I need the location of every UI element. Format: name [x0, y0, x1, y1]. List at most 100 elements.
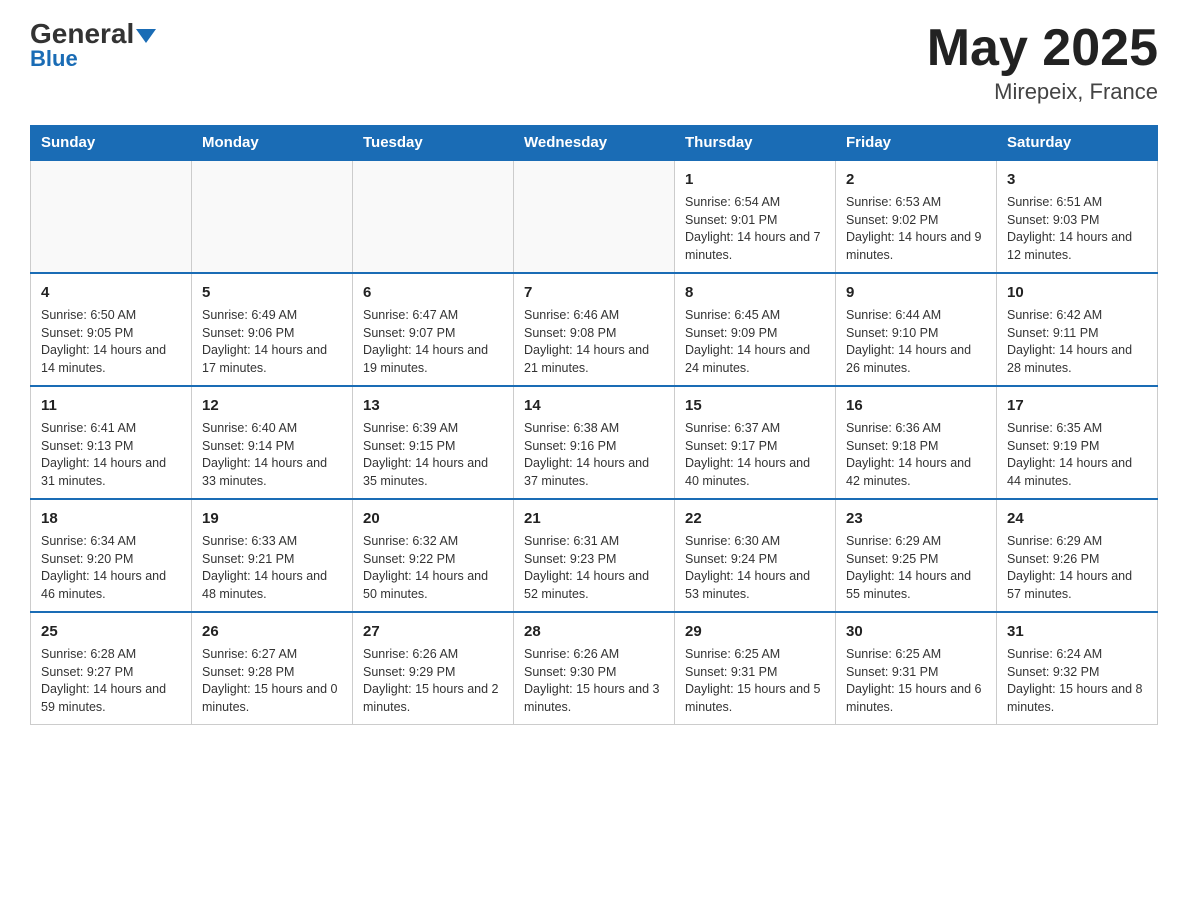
day-number: 15	[685, 395, 825, 416]
day-number: 1	[685, 169, 825, 190]
day-info: Sunrise: 6:51 AM Sunset: 9:03 PM Dayligh…	[1007, 194, 1147, 264]
calendar-cell: 28Sunrise: 6:26 AM Sunset: 9:30 PM Dayli…	[514, 612, 675, 725]
day-number: 22	[685, 508, 825, 529]
calendar-cell: 1 Sunrise: 6:54 AM Sunset: 9:01 PM Daylig…	[675, 160, 836, 273]
calendar-cell: 18Sunrise: 6:34 AM Sunset: 9:20 PM Dayli…	[31, 499, 192, 612]
logo: General Blue	[30, 20, 156, 72]
day-info: Sunrise: 6:24 AM Sunset: 9:32 PM Dayligh…	[1007, 646, 1147, 716]
calendar-cell: 22 Sunrise: 6:30 AM Sunset: 9:24 PM Dayli…	[675, 499, 836, 612]
day-info: Sunrise: 6:29 AM Sunset: 9:25 PM Dayligh…	[846, 533, 986, 603]
calendar-cell: 19Sunrise: 6:33 AM Sunset: 9:21 PM Dayli…	[192, 499, 353, 612]
calendar-cell: 31 Sunrise: 6:24 AM Sunset: 9:32 PM Dayli…	[997, 612, 1158, 725]
day-number: 9	[846, 282, 986, 303]
calendar-cell	[353, 160, 514, 273]
day-info: Sunrise: 6:31 AM Sunset: 9:23 PM Dayligh…	[524, 533, 664, 603]
calendar-cell: 26 Sunrise: 6:27 AM Sunset: 9:28 PM Dayli…	[192, 612, 353, 725]
week-row: 11 Sunrise: 6:41 AM Sunset: 9:13 PM Dayli…	[31, 386, 1158, 499]
day-info: Sunrise: 6:41 AM Sunset: 9:13 PM Dayligh…	[41, 420, 181, 490]
day-info: Sunrise: 6:35 AM Sunset: 9:19 PM Dayligh…	[1007, 420, 1147, 490]
day-number: 6	[363, 282, 503, 303]
day-info: Sunrise: 6:49 AM Sunset: 9:06 PM Dayligh…	[202, 307, 342, 377]
calendar-cell	[192, 160, 353, 273]
calendar-cell: 4Sunrise: 6:50 AM Sunset: 9:05 PM Daylig…	[31, 273, 192, 386]
day-info: Sunrise: 6:25 AM Sunset: 9:31 PM Dayligh…	[685, 646, 825, 716]
day-number: 17	[1007, 395, 1147, 416]
day-number: 13	[363, 395, 503, 416]
day-info: Sunrise: 6:26 AM Sunset: 9:30 PM Dayligh…	[524, 646, 664, 716]
day-info: Sunrise: 6:25 AM Sunset: 9:31 PM Dayligh…	[846, 646, 986, 716]
day-number: 12	[202, 395, 342, 416]
day-number: 21	[524, 508, 664, 529]
calendar-cell: 29Sunrise: 6:25 AM Sunset: 9:31 PM Dayli…	[675, 612, 836, 725]
day-info: Sunrise: 6:39 AM Sunset: 9:15 PM Dayligh…	[363, 420, 503, 490]
day-number: 8	[685, 282, 825, 303]
day-number: 24	[1007, 508, 1147, 529]
title-area: May 2025 Mirepeix, France	[927, 20, 1158, 105]
week-row: 25 Sunrise: 6:28 AM Sunset: 9:27 PM Dayli…	[31, 612, 1158, 725]
day-info: Sunrise: 6:38 AM Sunset: 9:16 PM Dayligh…	[524, 420, 664, 490]
day-number: 2	[846, 169, 986, 190]
day-info: Sunrise: 6:44 AM Sunset: 9:10 PM Dayligh…	[846, 307, 986, 377]
calendar-cell: 12 Sunrise: 6:40 AM Sunset: 9:14 PM Dayli…	[192, 386, 353, 499]
day-number: 31	[1007, 621, 1147, 642]
calendar-cell: 30 Sunrise: 6:25 AM Sunset: 9:31 PM Dayli…	[836, 612, 997, 725]
day-number: 5	[202, 282, 342, 303]
logo-triangle-icon	[136, 29, 156, 43]
day-number: 16	[846, 395, 986, 416]
day-number: 18	[41, 508, 181, 529]
calendar-cell: 13 Sunrise: 6:39 AM Sunset: 9:15 PM Dayli…	[353, 386, 514, 499]
calendar-cell: 23 Sunrise: 6:29 AM Sunset: 9:25 PM Dayli…	[836, 499, 997, 612]
calendar-cell: 9 Sunrise: 6:44 AM Sunset: 9:10 PM Daylig…	[836, 273, 997, 386]
day-number: 27	[363, 621, 503, 642]
calendar-cell: 14Sunrise: 6:38 AM Sunset: 9:16 PM Dayli…	[514, 386, 675, 499]
day-info: Sunrise: 6:50 AM Sunset: 9:05 PM Dayligh…	[41, 307, 181, 377]
logo-sub: Blue	[30, 46, 78, 72]
calendar-cell	[514, 160, 675, 273]
day-info: Sunrise: 6:28 AM Sunset: 9:27 PM Dayligh…	[41, 646, 181, 716]
day-number: 26	[202, 621, 342, 642]
day-info: Sunrise: 6:54 AM Sunset: 9:01 PM Dayligh…	[685, 194, 825, 264]
calendar-cell	[31, 160, 192, 273]
calendar-table: SundayMondayTuesdayWednesdayThursdayFrid…	[30, 125, 1158, 725]
month-year-title: May 2025	[927, 20, 1158, 77]
calendar-day-header: Monday	[192, 126, 353, 161]
day-number: 3	[1007, 169, 1147, 190]
day-number: 30	[846, 621, 986, 642]
week-row: 4Sunrise: 6:50 AM Sunset: 9:05 PM Daylig…	[31, 273, 1158, 386]
day-number: 11	[41, 395, 181, 416]
calendar-cell: 16Sunrise: 6:36 AM Sunset: 9:18 PM Dayli…	[836, 386, 997, 499]
day-info: Sunrise: 6:40 AM Sunset: 9:14 PM Dayligh…	[202, 420, 342, 490]
day-info: Sunrise: 6:27 AM Sunset: 9:28 PM Dayligh…	[202, 646, 342, 716]
calendar-day-header: Wednesday	[514, 126, 675, 161]
day-info: Sunrise: 6:46 AM Sunset: 9:08 PM Dayligh…	[524, 307, 664, 377]
day-info: Sunrise: 6:53 AM Sunset: 9:02 PM Dayligh…	[846, 194, 986, 264]
calendar-cell: 15Sunrise: 6:37 AM Sunset: 9:17 PM Dayli…	[675, 386, 836, 499]
calendar-cell: 10 Sunrise: 6:42 AM Sunset: 9:11 PM Dayli…	[997, 273, 1158, 386]
day-number: 10	[1007, 282, 1147, 303]
day-info: Sunrise: 6:47 AM Sunset: 9:07 PM Dayligh…	[363, 307, 503, 377]
calendar-day-header: Thursday	[675, 126, 836, 161]
day-number: 23	[846, 508, 986, 529]
calendar-cell: 7Sunrise: 6:46 AM Sunset: 9:08 PM Daylig…	[514, 273, 675, 386]
calendar-cell: 8 Sunrise: 6:45 AM Sunset: 9:09 PM Daylig…	[675, 273, 836, 386]
day-info: Sunrise: 6:29 AM Sunset: 9:26 PM Dayligh…	[1007, 533, 1147, 603]
day-info: Sunrise: 6:42 AM Sunset: 9:11 PM Dayligh…	[1007, 307, 1147, 377]
calendar-day-header: Friday	[836, 126, 997, 161]
calendar-day-header: Saturday	[997, 126, 1158, 161]
calendar-day-header: Sunday	[31, 126, 192, 161]
day-info: Sunrise: 6:26 AM Sunset: 9:29 PM Dayligh…	[363, 646, 503, 716]
calendar-cell: 17 Sunrise: 6:35 AM Sunset: 9:19 PM Dayli…	[997, 386, 1158, 499]
day-number: 25	[41, 621, 181, 642]
logo-main: General	[30, 20, 156, 48]
calendar-cell: 2 Sunrise: 6:53 AM Sunset: 9:02 PM Daylig…	[836, 160, 997, 273]
calendar-cell: 27 Sunrise: 6:26 AM Sunset: 9:29 PM Dayli…	[353, 612, 514, 725]
calendar-cell: 24 Sunrise: 6:29 AM Sunset: 9:26 PM Dayli…	[997, 499, 1158, 612]
calendar-cell: 21 Sunrise: 6:31 AM Sunset: 9:23 PM Dayli…	[514, 499, 675, 612]
calendar-header-row: SundayMondayTuesdayWednesdayThursdayFrid…	[31, 126, 1158, 161]
day-info: Sunrise: 6:30 AM Sunset: 9:24 PM Dayligh…	[685, 533, 825, 603]
calendar-cell: 25 Sunrise: 6:28 AM Sunset: 9:27 PM Dayli…	[31, 612, 192, 725]
day-info: Sunrise: 6:45 AM Sunset: 9:09 PM Dayligh…	[685, 307, 825, 377]
day-info: Sunrise: 6:33 AM Sunset: 9:21 PM Dayligh…	[202, 533, 342, 603]
week-row: 1 Sunrise: 6:54 AM Sunset: 9:01 PM Daylig…	[31, 160, 1158, 273]
calendar-cell: 20Sunrise: 6:32 AM Sunset: 9:22 PM Dayli…	[353, 499, 514, 612]
